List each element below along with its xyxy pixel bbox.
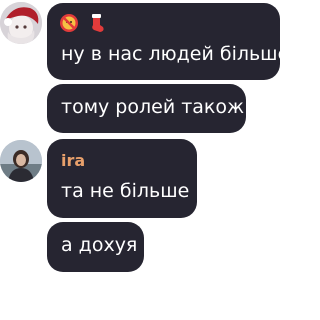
avatar[interactable] [0,2,42,44]
avatar-image [0,2,42,44]
message-text: тому ролей також [61,96,245,118]
avatar-image [0,140,42,182]
avatar[interactable] [0,140,42,182]
no-entry-face-icon [60,14,78,32]
message-text: а дохуя [61,234,138,256]
message-text: та не більше [61,180,190,202]
stocking-icon [92,14,104,32]
message-bubble[interactable]: ну в нас людей більше [47,3,289,80]
message-bubble[interactable]: а дохуя [47,222,144,272]
message-bubble[interactable]: тому ролей також [47,84,246,133]
message-text: ну в нас людей більше [61,43,290,65]
emoji-group [59,13,110,35]
author-name[interactable]: ira [61,151,85,170]
message-bubble[interactable]: ira та не більше [47,139,197,218]
